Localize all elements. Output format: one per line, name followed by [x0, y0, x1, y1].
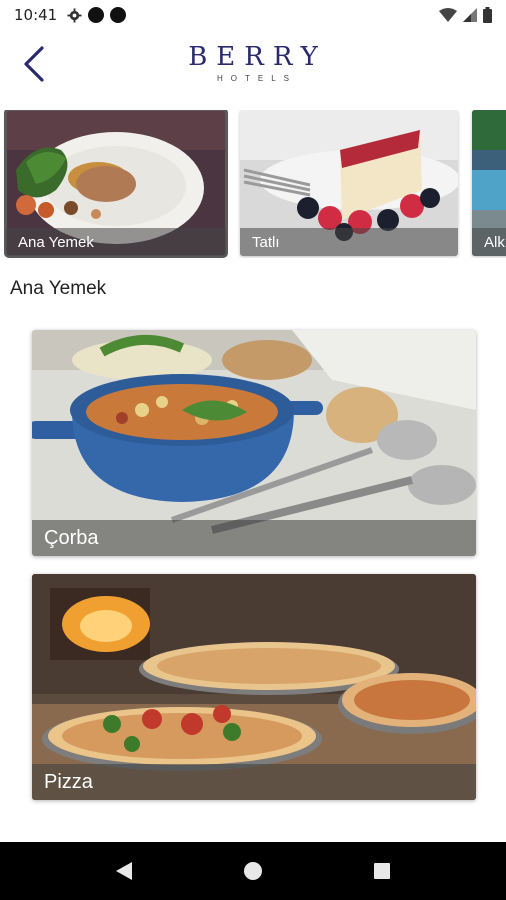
settings-gear-icon	[67, 7, 82, 23]
notification-dot-icon	[110, 7, 127, 23]
category-label: Alk	[484, 234, 505, 251]
status-left-icons	[67, 7, 127, 23]
notification-dot-icon	[88, 7, 105, 23]
category-card-alk[interactable]: Alk	[472, 110, 506, 256]
nav-back-button[interactable]	[104, 851, 144, 891]
brand-name: BERRY	[188, 42, 327, 72]
menu-card-pizza[interactable]: Pizza	[32, 574, 476, 800]
battery-icon	[483, 7, 492, 23]
status-time: 10:41	[14, 6, 58, 24]
category-label: Tatlı	[252, 234, 280, 251]
menu-label-bar	[32, 764, 476, 800]
menu-item-label: Çorba	[44, 527, 99, 549]
circle-home-icon	[243, 862, 262, 880]
category-strip[interactable]: Ana Yemek Tatlı Alk	[0, 110, 506, 258]
status-right-icons	[439, 7, 492, 23]
triangle-back-icon	[116, 862, 133, 880]
menu-label-bar	[32, 520, 476, 556]
menu-item-label: Pizza	[44, 771, 93, 793]
app-bar: BERRY HOTELS	[0, 30, 506, 100]
status-bar: 10:41	[0, 0, 506, 30]
brand-logo: BERRY HOTELS	[0, 42, 506, 83]
nav-home-button[interactable]	[233, 851, 273, 891]
category-card-ana-yemek[interactable]: Ana Yemek	[4, 110, 228, 258]
square-recents-icon	[373, 863, 390, 879]
menu-card-corba[interactable]: Çorba	[32, 330, 476, 556]
signal-icon	[463, 8, 477, 22]
wifi-icon	[439, 8, 457, 22]
category-card-tatli[interactable]: Tatlı	[240, 110, 458, 256]
brand-subtitle: HOTELS	[216, 74, 297, 83]
category-label: Ana Yemek	[18, 234, 94, 251]
system-nav-bar	[0, 842, 506, 900]
nav-recents-button[interactable]	[362, 851, 402, 891]
section-title: Ana Yemek	[10, 278, 107, 299]
